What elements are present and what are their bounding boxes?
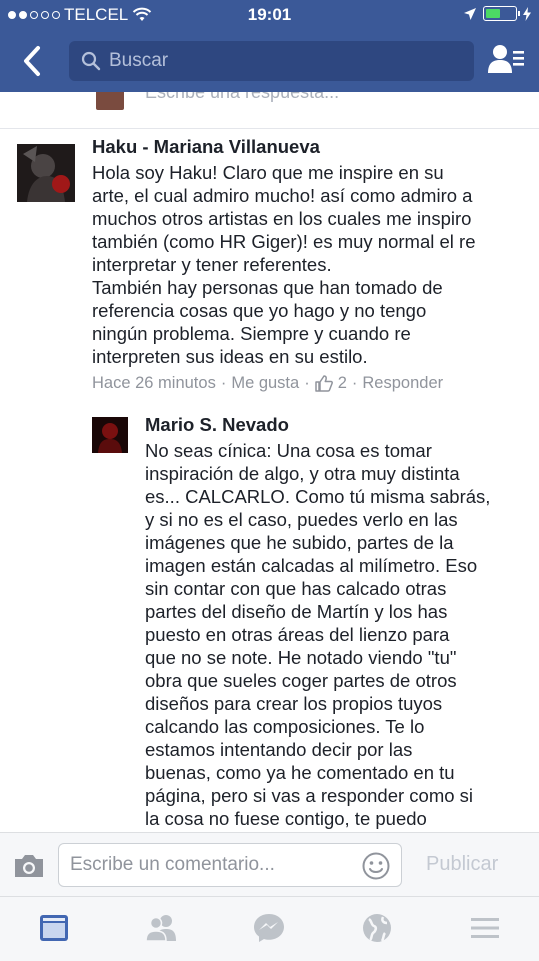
menu-icon[interactable] xyxy=(467,911,503,945)
search-placeholder: Buscar xyxy=(109,50,169,71)
comment-text: Hola soy Haku! Claro que me inspire en s… xyxy=(92,162,476,367)
avatar-image xyxy=(92,417,128,453)
comment-author[interactable]: Haku - Mariana Villanueva xyxy=(92,136,320,158)
like-link[interactable]: Me gusta xyxy=(231,374,299,393)
avatar[interactable] xyxy=(17,144,75,202)
friends-icon[interactable] xyxy=(144,911,180,945)
reply-link[interactable]: Responder xyxy=(362,374,443,393)
separator-dot: · xyxy=(351,374,358,392)
comment-time[interactable]: Hace 26 minutos xyxy=(92,374,216,393)
emoji-icon[interactable] xyxy=(361,851,391,881)
comment-placeholder: Escribe un comentario... xyxy=(70,854,275,875)
reply-placeholder: Escribe una respuesta... xyxy=(145,92,340,102)
clock: 19:01 xyxy=(247,5,292,24)
comment-composer: Escribe un comentario... Publicar xyxy=(0,832,539,897)
location-arrow-icon xyxy=(464,7,476,20)
battery-icon xyxy=(483,6,520,21)
publish-button[interactable]: Publicar xyxy=(426,853,498,876)
comment-text: No seas cínica: Una cosa es tomar inspir… xyxy=(145,440,491,829)
avatar[interactable] xyxy=(92,417,128,453)
status-right xyxy=(463,6,531,21)
comment-author[interactable]: Mario S. Nevado xyxy=(145,414,289,436)
messenger-icon[interactable] xyxy=(251,911,287,945)
comments-thread: Escribe una respuesta... Haku - Mariana … xyxy=(0,92,539,832)
search-input[interactable]: Buscar xyxy=(69,41,474,81)
camera-icon[interactable] xyxy=(13,853,45,879)
comment-meta: Hace 26 minutos · Me gusta · 2 · Respond… xyxy=(92,374,443,393)
comment-input[interactable]: Escribe un comentario... xyxy=(58,843,402,887)
nav-bar: Buscar xyxy=(0,38,539,84)
back-chevron-icon[interactable] xyxy=(18,44,48,78)
separator-dot: · xyxy=(304,374,310,392)
news-feed-icon[interactable] xyxy=(36,911,72,945)
avatar-image xyxy=(17,144,75,202)
previous-reply-box[interactable]: Escribe una respuesta... xyxy=(0,92,539,129)
reply-avatar xyxy=(96,92,124,110)
like-count: 2 xyxy=(337,374,347,392)
status-bar: TELCEL 19:01 xyxy=(0,0,539,30)
thumbs-up-icon xyxy=(314,375,333,392)
tab-bar xyxy=(0,896,539,961)
separator-dot: · xyxy=(220,374,227,392)
charging-bolt-icon xyxy=(523,6,531,21)
search-icon xyxy=(81,51,101,71)
top-bar: TELCEL 19:01 Buscar xyxy=(0,0,539,92)
globe-icon[interactable] xyxy=(359,911,395,945)
friend-requests-icon[interactable] xyxy=(487,43,525,77)
